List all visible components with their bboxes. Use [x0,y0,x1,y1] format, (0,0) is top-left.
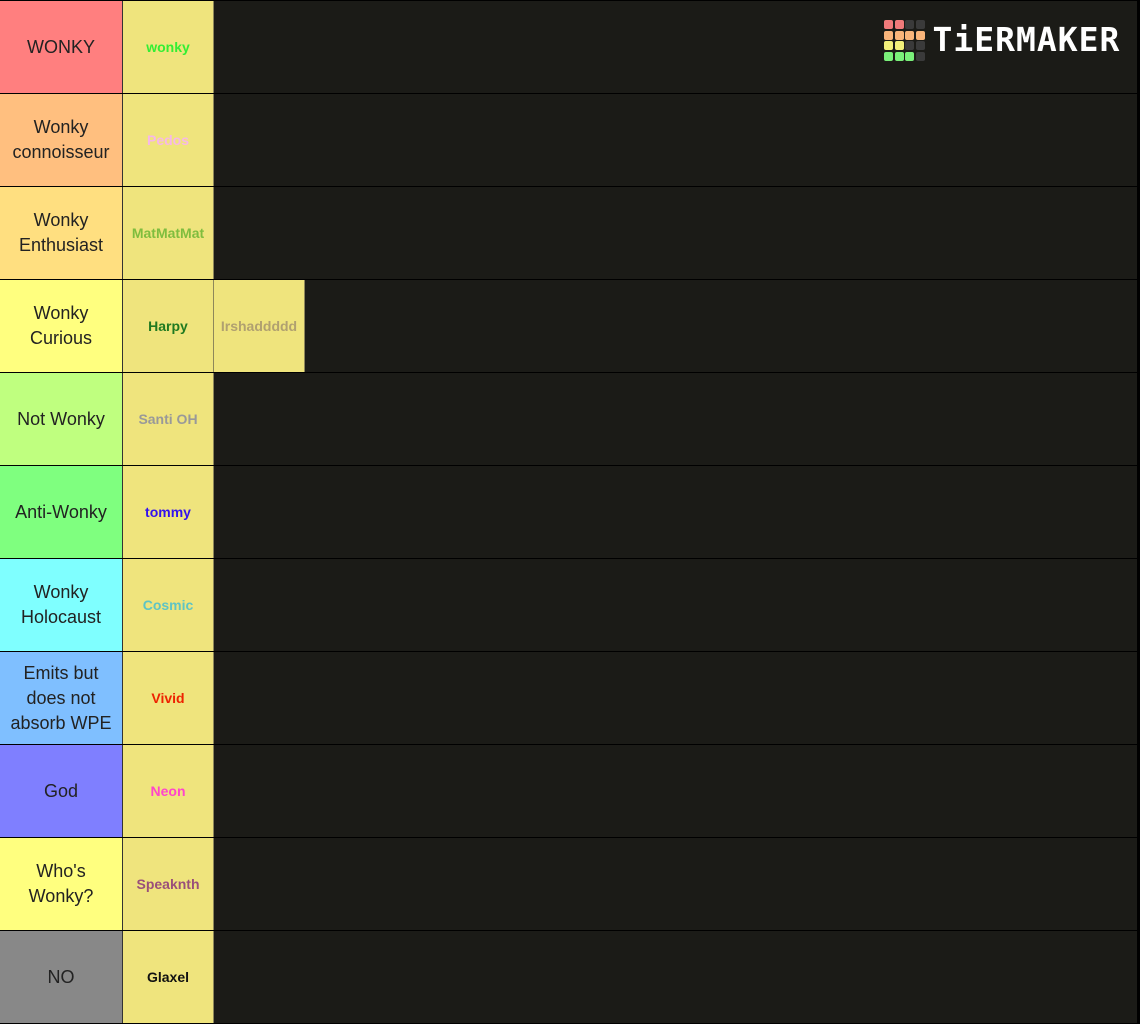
tiermaker-grid-icon [884,20,925,61]
tier-item[interactable]: Harpy [123,280,214,372]
tier-label[interactable]: Not Wonky [0,373,123,465]
logo-grid-cell [915,30,925,40]
tier-items-dropzone[interactable]: Cosmic [123,559,1137,651]
tier-items-dropzone[interactable]: tommy [123,466,1137,558]
tiermaker-logo: TiERMAKER [884,20,1120,61]
tier-row: God Neon [0,745,1137,837]
tier-item[interactable]: wonky [123,1,214,93]
logo-grid-cell [905,30,914,40]
logo-grid-cell [905,41,914,50]
tier-item[interactable]: Pedos [123,94,214,186]
tier-label[interactable]: Wonky Enthusiast [0,187,123,279]
logo-grid-cell [884,41,893,50]
tier-label[interactable]: Wonky Curious [0,280,123,372]
logo-grid-cell [894,41,904,50]
tier-item[interactable]: Vivid [123,652,214,744]
tier-label[interactable]: WONKY [0,1,123,93]
logo-grid-cell [894,20,904,29]
tier-item[interactable]: Irshaddddd [214,280,305,372]
tier-items-dropzone[interactable]: Harpy Irshaddddd [123,280,1137,372]
tier-item[interactable]: Glaxel [123,931,214,1023]
tier-items-dropzone[interactable]: Vivid [123,652,1137,744]
tier-label[interactable]: Anti-Wonky [0,466,123,558]
tier-item[interactable]: tommy [123,466,214,558]
logo-grid-cell [884,30,893,40]
tier-item[interactable]: MatMatMat [123,187,214,279]
logo-grid-cell [884,51,893,61]
tiermaker-logo-text: TiERMAKER [932,20,1121,60]
tier-items-dropzone[interactable]: Pedos [123,94,1137,186]
tier-row: Not Wonky Santi OH [0,373,1137,465]
tier-row: Anti-Wonky tommy [0,466,1137,558]
tier-item[interactable]: Santi OH [123,373,214,465]
logo-grid-cell [915,41,925,50]
tier-item[interactable]: Speaknth [123,838,214,930]
tier-label[interactable]: Who's Wonky? [0,838,123,930]
logo-grid-cell [905,51,914,61]
logo-grid-cell [884,20,893,29]
logo-grid-cell [915,51,925,61]
logo-grid-cell [894,51,904,61]
logo-grid-cell [905,20,914,29]
tier-row: Wonky Holocaust Cosmic [0,559,1137,651]
tier-label[interactable]: Wonky Holocaust [0,559,123,651]
tier-label[interactable]: Emits but does not absorb WPE [0,652,123,744]
tier-row: Wonky connoisseur Pedos [0,94,1137,186]
tier-list: NO Glaxel Who's Wonky? Speaknth God Neon Emits… [0,0,1140,1024]
tier-item[interactable]: Cosmic [123,559,214,651]
tier-row: Emits but does not absorb WPE Vivid [0,652,1137,744]
tier-items-dropzone[interactable]: MatMatMat [123,187,1137,279]
tier-items-dropzone[interactable]: Neon [123,745,1137,837]
tier-row: Wonky Enthusiast MatMatMat [0,187,1137,279]
tier-items-dropzone[interactable]: Glaxel [123,931,1137,1023]
tier-row: Wonky Curious Harpy Irshaddddd [0,280,1137,372]
tier-label[interactable]: Wonky connoisseur [0,94,123,186]
tier-row: NO Glaxel [0,931,1137,1023]
tier-row: Who's Wonky? Speaknth [0,838,1137,930]
logo-grid-cell [915,20,925,29]
logo-grid-cell [894,30,904,40]
tier-label[interactable]: NO [0,931,123,1023]
tier-items-dropzone[interactable]: Speaknth [123,838,1137,930]
tier-label[interactable]: God [0,745,123,837]
tier-items-dropzone[interactable]: Santi OH [123,373,1137,465]
tier-item[interactable]: Neon [123,745,214,837]
